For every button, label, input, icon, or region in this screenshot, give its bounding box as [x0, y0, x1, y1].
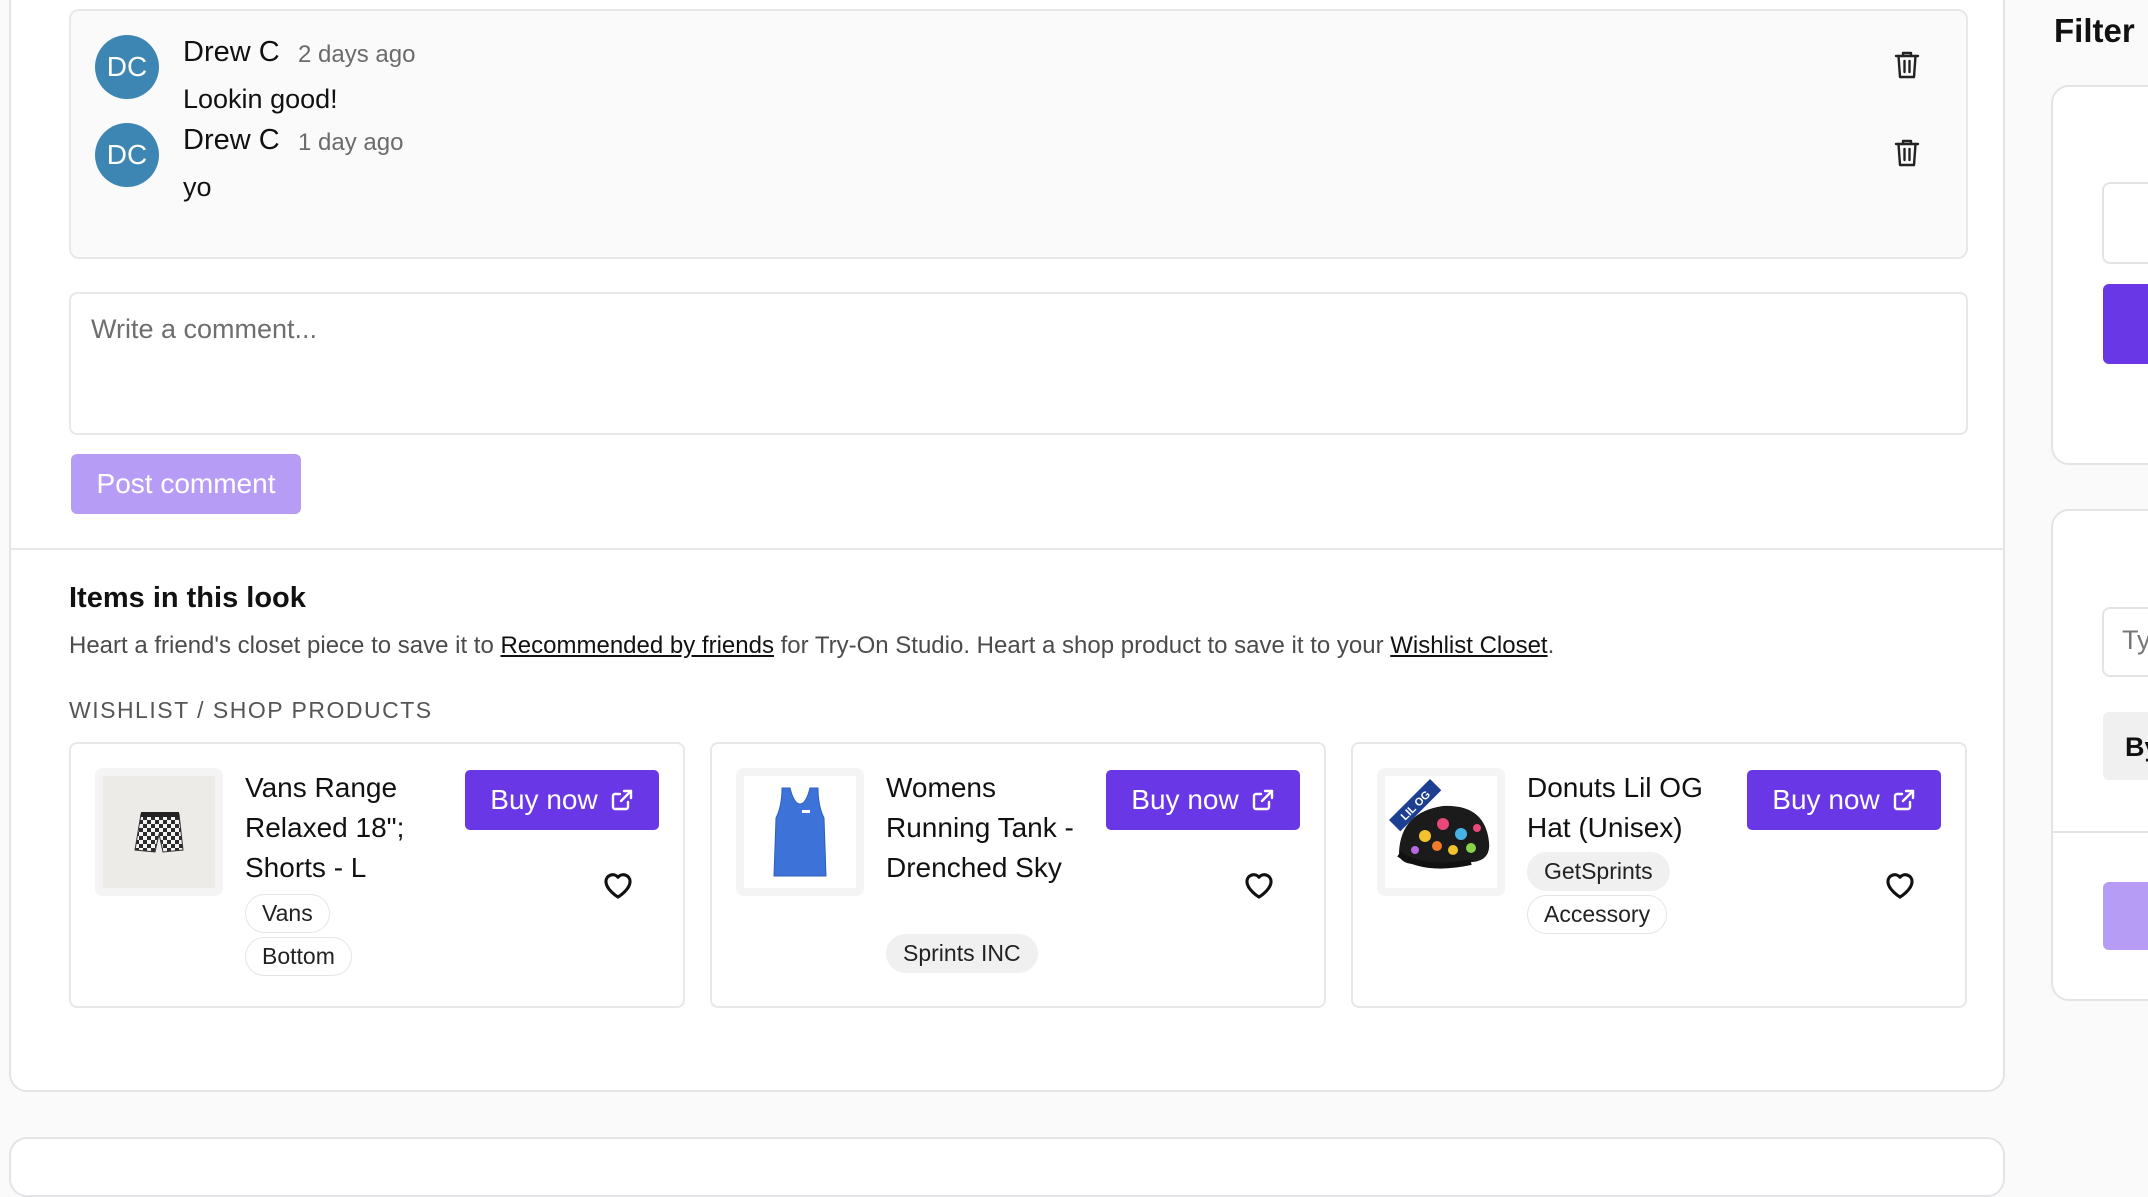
product-card: Womens Running Tank - Drenched Sky Sprin…: [710, 742, 1326, 1008]
items-section-title: Items in this look: [69, 582, 306, 614]
post-comment-button[interactable]: Post comment: [71, 454, 301, 514]
comment-timestamp: 1 day ago: [298, 129, 404, 156]
filter-input[interactable]: [2102, 182, 2148, 264]
product-card: LIL OG Donuts Lil OG Hat (Unisex) GetSpr…: [1351, 742, 1967, 1008]
external-link-icon: [1893, 789, 1914, 811]
product-name[interactable]: Donuts Lil OG Hat (Unisex): [1527, 768, 1727, 848]
buy-now-button[interactable]: Buy now: [465, 770, 659, 830]
comment-text: yo: [183, 172, 212, 202]
product-tags: Sprints INC: [886, 934, 1038, 973]
hat-image-icon: LIL OG: [1385, 776, 1497, 888]
product-card: Vans Range Relaxed 18"; Shorts - L Vans …: [69, 742, 685, 1008]
filter-text-input[interactable]: Ty: [2102, 607, 2148, 677]
external-link-icon: [611, 789, 632, 811]
comment-text: Lookin good!: [183, 84, 338, 114]
delete-comment-button[interactable]: [1890, 135, 1924, 171]
comment-item: DC Drew C 2 days ago Lookin good!: [71, 11, 1966, 114]
product-image[interactable]: [95, 768, 223, 896]
filter-panel: [2051, 85, 2148, 465]
comments-list: DC Drew C 2 days ago Lookin good! DC Dre…: [69, 9, 1968, 259]
filter-divider: [2051, 831, 2148, 833]
product-image[interactable]: [736, 768, 864, 896]
delete-comment-button[interactable]: [1890, 47, 1924, 83]
filter-submit-button[interactable]: [2103, 882, 2148, 950]
heart-icon[interactable]: [601, 868, 635, 902]
brand-tag: Sprints INC: [886, 934, 1038, 973]
trash-icon: [1894, 51, 1920, 79]
look-detail-card: DC Drew C 2 days ago Lookin good! DC Dre…: [9, 0, 2005, 1092]
product-name[interactable]: Vans Range Relaxed 18"; Shorts - L: [245, 768, 445, 888]
section-divider: [11, 548, 2003, 550]
filter-title: Filter: [2054, 12, 2135, 49]
wishlist-shop-products-label: WISHLIST / SHOP PRODUCTS: [69, 697, 433, 723]
filter-apply-button[interactable]: [2103, 284, 2148, 364]
avatar: DC: [95, 35, 159, 99]
recommended-by-friends-link[interactable]: Recommended by friends: [500, 632, 773, 659]
category-tag: Accessory: [1527, 895, 1668, 934]
brand-tag: GetSprints: [1527, 852, 1670, 891]
comment-item: DC Drew C 1 day ago yo: [71, 123, 1966, 223]
comment-timestamp: 2 days ago: [298, 41, 416, 68]
wishlist-closet-link[interactable]: Wishlist Closet: [1390, 632, 1547, 659]
brand-tag: Vans: [245, 894, 330, 933]
external-link-icon: [1252, 789, 1273, 811]
product-tags: Vans Bottom: [245, 894, 352, 976]
product-image[interactable]: LIL OG: [1377, 768, 1505, 896]
filter-option-button[interactable]: By: [2103, 712, 2148, 780]
buy-now-button[interactable]: Buy now: [1747, 770, 1941, 830]
avatar: DC: [95, 123, 159, 187]
shorts-image-icon: [103, 776, 215, 888]
product-name[interactable]: Womens Running Tank - Drenched Sky: [886, 768, 1086, 888]
heart-icon[interactable]: [1242, 868, 1276, 902]
buy-now-button[interactable]: Buy now: [1106, 770, 1300, 830]
heart-icon[interactable]: [1883, 868, 1917, 902]
items-section-description: Heart a friend's closet piece to save it…: [69, 632, 1555, 659]
next-look-card: [9, 1137, 2005, 1197]
comment-author: Drew C: [183, 36, 280, 68]
trash-icon: [1894, 139, 1920, 167]
category-tag: Bottom: [245, 937, 352, 976]
comment-author: Drew C: [183, 124, 280, 156]
product-tags: GetSprints Accessory: [1527, 852, 1670, 934]
tank-top-image-icon: [744, 776, 856, 888]
comment-input[interactable]: [69, 292, 1968, 435]
